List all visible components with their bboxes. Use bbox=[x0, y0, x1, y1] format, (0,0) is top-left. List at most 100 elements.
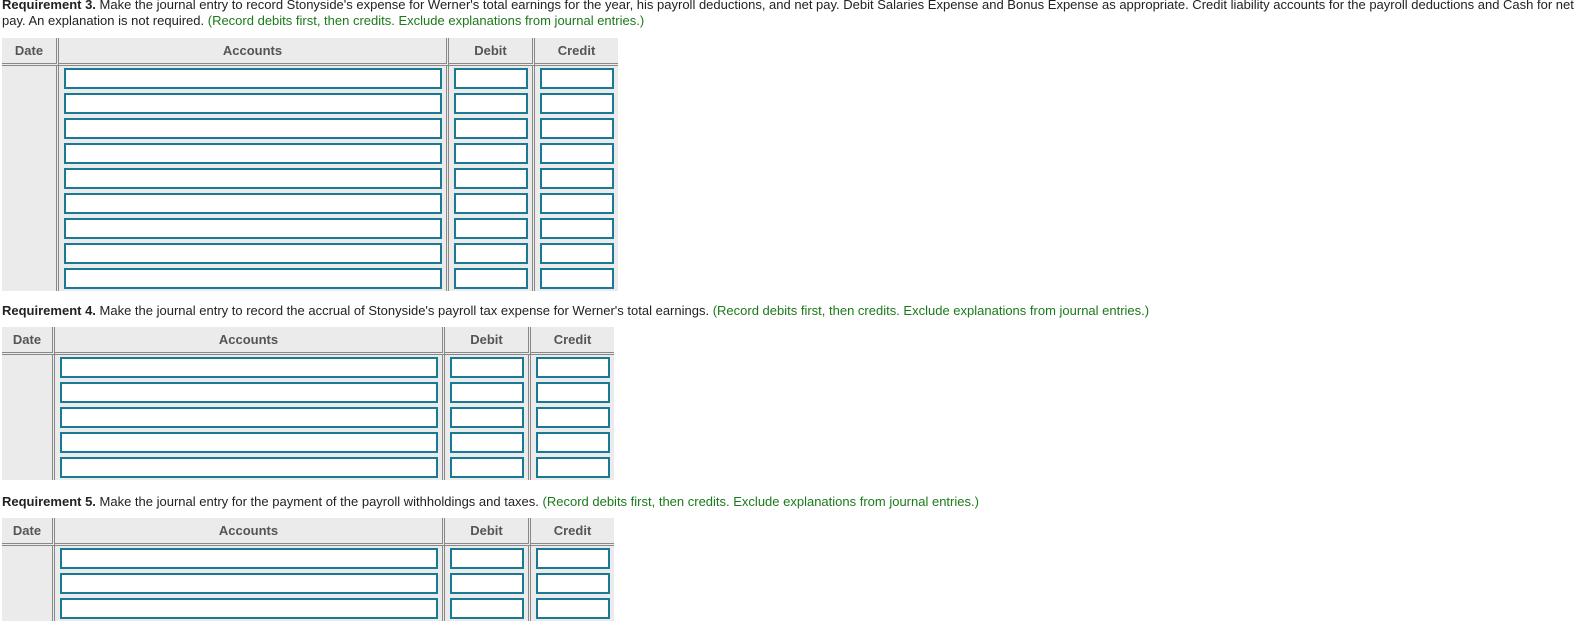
credit-input[interactable] bbox=[536, 357, 610, 378]
credit-input[interactable] bbox=[540, 268, 614, 289]
account-input[interactable] bbox=[64, 268, 442, 289]
credit-input[interactable] bbox=[536, 382, 610, 403]
account-cell bbox=[55, 380, 445, 405]
credit-input[interactable] bbox=[536, 573, 610, 594]
account-input[interactable] bbox=[60, 548, 438, 569]
debit-input[interactable] bbox=[454, 243, 528, 264]
date-cell bbox=[2, 546, 55, 571]
debit-input[interactable] bbox=[454, 68, 528, 89]
account-input[interactable] bbox=[60, 598, 438, 619]
date-cell bbox=[2, 116, 59, 141]
credit-cell bbox=[535, 266, 618, 291]
credit-input[interactable] bbox=[540, 218, 614, 239]
account-input[interactable] bbox=[64, 118, 442, 139]
journal-entry-row bbox=[2, 596, 614, 621]
debit-cell bbox=[445, 571, 531, 596]
journal-entry-row bbox=[2, 380, 614, 405]
debit-input[interactable] bbox=[454, 143, 528, 164]
debit-input[interactable] bbox=[454, 118, 528, 139]
journal-entry-row bbox=[2, 116, 618, 141]
credit-cell bbox=[531, 405, 614, 430]
date-cell bbox=[2, 266, 59, 291]
requirement-4-label: Requirement 4. bbox=[2, 303, 96, 318]
credit-input[interactable] bbox=[540, 68, 614, 89]
debit-input[interactable] bbox=[450, 598, 524, 619]
credit-cell bbox=[535, 91, 618, 116]
credit-input[interactable] bbox=[536, 407, 610, 428]
journal-entry-row bbox=[2, 430, 614, 455]
credit-cell bbox=[535, 116, 618, 141]
account-input[interactable] bbox=[64, 143, 442, 164]
credit-input[interactable] bbox=[536, 598, 610, 619]
requirement-3-label: Requirement 3. bbox=[2, 0, 96, 12]
account-input[interactable] bbox=[60, 432, 438, 453]
debit-input[interactable] bbox=[454, 93, 528, 114]
credit-input[interactable] bbox=[536, 548, 610, 569]
date-cell bbox=[2, 91, 59, 116]
debit-input[interactable] bbox=[450, 432, 524, 453]
debit-input[interactable] bbox=[450, 548, 524, 569]
credit-input[interactable] bbox=[536, 457, 610, 478]
debit-input[interactable] bbox=[450, 382, 524, 403]
journal-table-req5: Date Accounts Debit Credit bbox=[2, 518, 614, 621]
credit-input[interactable] bbox=[540, 93, 614, 114]
debit-input[interactable] bbox=[454, 218, 528, 239]
debit-input[interactable] bbox=[454, 268, 528, 289]
debit-cell bbox=[449, 116, 535, 141]
table-header-row: Date Accounts Debit Credit bbox=[2, 38, 618, 66]
journal-entry-row bbox=[2, 166, 618, 191]
credit-input[interactable] bbox=[540, 143, 614, 164]
journal-entry-row bbox=[2, 546, 614, 571]
debit-cell bbox=[445, 430, 531, 455]
account-input[interactable] bbox=[64, 68, 442, 89]
credit-cell bbox=[535, 166, 618, 191]
debit-cell bbox=[445, 380, 531, 405]
header-date: Date bbox=[2, 38, 59, 66]
credit-cell bbox=[535, 141, 618, 166]
account-input[interactable] bbox=[60, 573, 438, 594]
requirement-5-hint: (Record debits first, then credits. Excl… bbox=[542, 494, 979, 509]
debit-input[interactable] bbox=[450, 573, 524, 594]
account-input[interactable] bbox=[64, 193, 442, 214]
debit-input[interactable] bbox=[454, 168, 528, 189]
account-input[interactable] bbox=[60, 407, 438, 428]
account-cell bbox=[55, 546, 445, 571]
credit-cell bbox=[535, 66, 618, 91]
debit-cell bbox=[449, 66, 535, 91]
debit-cell bbox=[449, 166, 535, 191]
account-cell bbox=[55, 455, 445, 480]
account-input[interactable] bbox=[64, 218, 442, 239]
account-cell bbox=[55, 405, 445, 430]
date-cell bbox=[2, 455, 55, 480]
account-input[interactable] bbox=[60, 457, 438, 478]
account-cell bbox=[55, 571, 445, 596]
account-input[interactable] bbox=[60, 357, 438, 378]
account-input[interactable] bbox=[64, 93, 442, 114]
header-accounts: Accounts bbox=[59, 38, 449, 66]
debit-input[interactable] bbox=[454, 193, 528, 214]
header-debit: Debit bbox=[445, 518, 531, 546]
account-input[interactable] bbox=[64, 168, 442, 189]
account-cell bbox=[59, 266, 449, 291]
journal-entry-row bbox=[2, 355, 614, 380]
date-cell bbox=[2, 596, 55, 621]
account-input[interactable] bbox=[64, 243, 442, 264]
journal-entry-row bbox=[2, 91, 618, 116]
credit-input[interactable] bbox=[540, 243, 614, 264]
account-cell bbox=[59, 66, 449, 91]
account-input[interactable] bbox=[60, 382, 438, 403]
credit-input[interactable] bbox=[536, 432, 610, 453]
debit-input[interactable] bbox=[450, 407, 524, 428]
date-cell bbox=[2, 166, 59, 191]
debit-input[interactable] bbox=[450, 357, 524, 378]
debit-cell bbox=[449, 141, 535, 166]
journal-entry-row bbox=[2, 266, 618, 291]
credit-input[interactable] bbox=[540, 118, 614, 139]
credit-input[interactable] bbox=[540, 193, 614, 214]
debit-input[interactable] bbox=[450, 457, 524, 478]
requirement-4-text: Make the journal entry to record the acc… bbox=[95, 303, 713, 318]
header-accounts: Accounts bbox=[55, 518, 445, 546]
journal-entry-row bbox=[2, 141, 618, 166]
credit-input[interactable] bbox=[540, 168, 614, 189]
date-cell bbox=[2, 355, 55, 380]
